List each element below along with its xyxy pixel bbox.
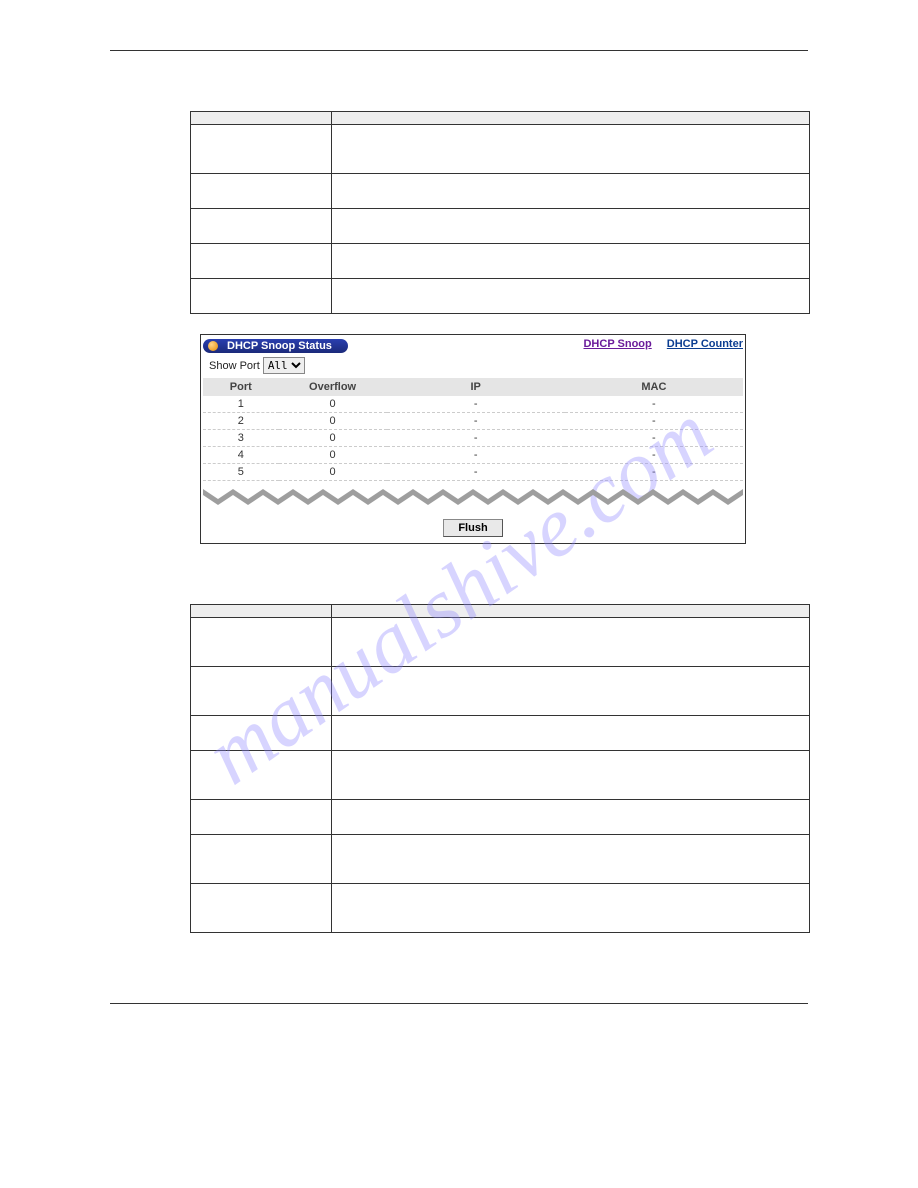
table-row — [191, 667, 810, 716]
table-row — [191, 751, 810, 800]
t2-header-desc — [332, 605, 810, 618]
flush-button[interactable]: Flush — [443, 519, 502, 537]
table-row — [191, 618, 810, 667]
header-rule — [110, 50, 808, 51]
table-row: 30-- — [203, 430, 743, 447]
table-row — [191, 279, 810, 314]
table-row: 10-- — [203, 396, 743, 413]
top-links: DHCP Snoop DHCP Counter — [571, 337, 743, 350]
st-col-ip: IP — [387, 378, 565, 396]
t1-header-label — [191, 112, 332, 125]
status-table: Port Overflow IP MAC 10--20--30--40--50-… — [203, 378, 743, 481]
show-port-select[interactable]: All — [263, 357, 305, 374]
footer-rule — [110, 1003, 808, 1004]
table-row — [191, 174, 810, 209]
table-row — [191, 884, 810, 933]
dhcp-snoop-status-screenshot: DHCP Snoop DHCP Counter DHCP Snoop Statu… — [200, 334, 746, 544]
table-row — [191, 716, 810, 751]
t1-header-desc — [332, 112, 810, 125]
table-row: 50-- — [203, 464, 743, 481]
link-dhcp-counter[interactable]: DHCP Counter — [667, 338, 743, 350]
title-pill-dot-icon — [208, 341, 218, 351]
link-dhcp-snoop[interactable]: DHCP Snoop — [583, 338, 651, 350]
table-row — [191, 835, 810, 884]
table-row — [191, 125, 810, 174]
table-row — [191, 800, 810, 835]
show-port-label: Show Port — [209, 360, 260, 372]
t2-header-label — [191, 605, 332, 618]
title-pill-text: DHCP Snoop Status — [227, 340, 332, 352]
table-row — [191, 244, 810, 279]
table-1 — [190, 111, 810, 314]
st-col-overflow: Overflow — [279, 378, 387, 396]
table-row: 40-- — [203, 447, 743, 464]
table-row: 20-- — [203, 413, 743, 430]
st-col-mac: MAC — [565, 378, 743, 396]
table-row — [191, 209, 810, 244]
st-col-port: Port — [203, 378, 279, 396]
torn-paper-icon — [203, 481, 743, 511]
title-pill: DHCP Snoop Status — [203, 339, 348, 353]
table-2 — [190, 604, 810, 933]
